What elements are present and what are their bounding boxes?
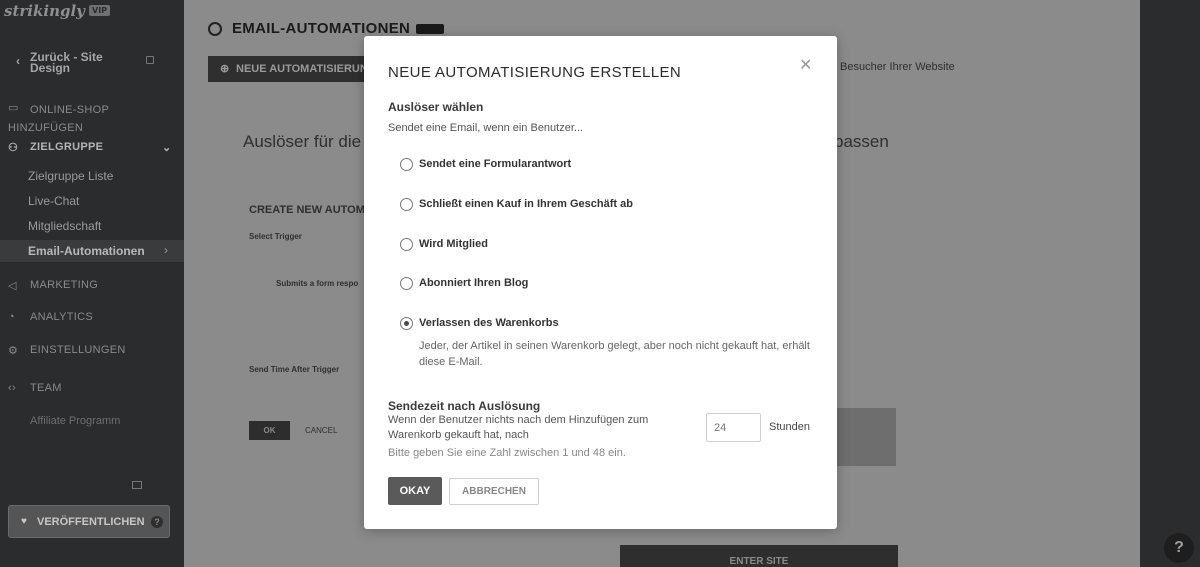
logo-text: strikingly: [4, 2, 85, 20]
subnav-email-automationen[interactable]: Email-Automationen: [28, 244, 145, 258]
help-circle-icon[interactable]: ?: [151, 516, 163, 528]
okay-button[interactable]: OKAY: [388, 477, 442, 505]
chart-icon: ◔: [8, 311, 15, 323]
new-automation-modal: NEUE AUTOMATISIERUNG ERSTELLEN ✕ Auslöse…: [364, 36, 837, 529]
enter-site-button: ENTER SITE: [620, 545, 898, 567]
bg-heading-right: passen: [834, 132, 889, 151]
subnav-zielgruppe-liste[interactable]: Zielgruppe Liste: [28, 169, 113, 183]
sidebar: strikingly VIP ‹ Zurück - Site Design ▭ …: [0, 0, 184, 567]
bg-ok-button: OK: [249, 421, 290, 440]
people-icon: ⚇: [8, 142, 19, 154]
bg-heading-left: Auslöser für die: [243, 132, 362, 151]
right-panel: [1140, 0, 1200, 567]
hours-hint: Bitte geben Sie eine Zahl zwischen 1 und…: [388, 447, 626, 459]
bg-form-title: CREATE NEW AUTOMA: [249, 204, 373, 216]
bg-side-text: Besucher Ihrer Website: [840, 61, 955, 73]
radio-button[interactable]: [400, 158, 413, 171]
bg-send-time: Send Time After Trigger: [249, 365, 340, 374]
bg-cancel-button: CANCEL: [305, 426, 338, 435]
close-icon[interactable]: ✕: [799, 55, 812, 75]
nav-online-shop[interactable]: ▭ ONLINE-SHOP HINZUFÜGEN: [0, 101, 184, 134]
plus-circle-icon: ⊕: [220, 63, 230, 75]
selected-option-description: Jeder, der Artikel in seinen Warenkorb g…: [419, 340, 810, 368]
pro-badge: [416, 24, 444, 34]
help-button[interactable]: ?: [1164, 533, 1194, 563]
bg-option: Submits a form respo: [276, 279, 359, 288]
hours-label: Stunden: [769, 421, 810, 433]
radio-button-selected[interactable]: [400, 317, 413, 330]
subnav-live-chat[interactable]: Live-Chat: [28, 194, 79, 208]
monitor-icon[interactable]: [132, 481, 142, 489]
radio-button[interactable]: [400, 198, 413, 211]
bg-select-trigger: Select Trigger: [249, 232, 302, 241]
vip-badge: VIP: [89, 5, 111, 16]
gear-icon: ⚙: [8, 345, 19, 357]
subnav-mitgliedschaft[interactable]: Mitgliedschaft: [28, 219, 101, 233]
lock-icon: [146, 56, 154, 64]
modal-title: NEUE AUTOMATISIERUNG ERSTELLEN: [388, 64, 682, 81]
affiliate-program-link[interactable]: Affiliate Programm: [30, 415, 120, 427]
strikingly-logo[interactable]: strikingly: [4, 2, 85, 20]
radio-button[interactable]: [400, 277, 413, 290]
hours-input[interactable]: [706, 413, 761, 442]
megaphone-icon: ◁: [8, 280, 17, 292]
heart-icon: ♥: [21, 516, 27, 527]
team-icon: ‹›: [8, 382, 16, 394]
page-title: EMAIL-AUTOMATIONEN: [232, 20, 411, 37]
trigger-section-title: Auslöser wählen: [388, 100, 484, 114]
send-time-description: Wenn der Benutzer nichts nach dem Hinzuf…: [388, 414, 649, 441]
send-time-title: Sendezeit nach Auslösung: [388, 399, 541, 413]
back-label: Zurück - Site Design: [30, 50, 103, 75]
new-automation-button[interactable]: ⊕ NEUE AUTOMATISIERUNG: [208, 56, 368, 82]
clock-icon: [208, 22, 222, 36]
chevron-down-icon: ⌄: [162, 142, 172, 154]
bg-template-thumbnail: [834, 408, 896, 466]
publish-button[interactable]: ♥ VERÖFFENTLICHEN ?: [8, 505, 170, 538]
cancel-button[interactable]: ABBRECHEN: [449, 478, 539, 505]
radio-button[interactable]: [400, 238, 413, 251]
trigger-section-subtitle: Sendet eine Email, wenn ein Benutzer...: [388, 122, 584, 134]
chevron-left-icon: ‹: [16, 54, 20, 68]
chevron-right-icon: ›: [164, 243, 168, 257]
